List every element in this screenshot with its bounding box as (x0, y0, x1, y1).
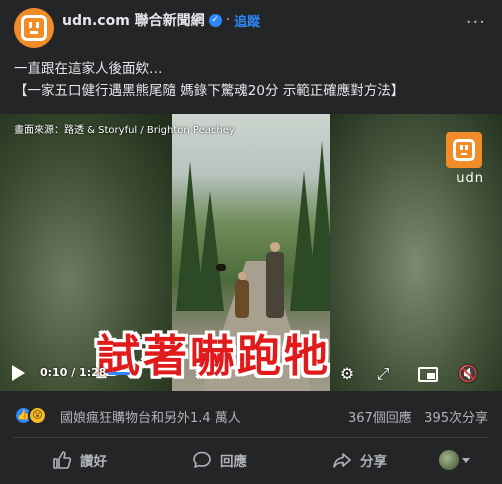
progress-bar[interactable] (108, 372, 130, 375)
post-text-line-1: 一直跟在這家人後面欸… (14, 61, 163, 77)
reaction-icons[interactable]: 👍 😮 (14, 406, 54, 426)
tree (308, 141, 330, 311)
video-source-caption: 畫面來源：路透 & Storyful / Brighton Peachey (14, 125, 235, 136)
follow-button[interactable]: 追蹤 (234, 11, 260, 30)
volume-icon[interactable]: 🔇 (458, 365, 478, 383)
reactors-summary[interactable]: 國娘瘋狂購物台和另外1.4 萬人 (60, 407, 241, 426)
play-icon[interactable] (12, 365, 25, 381)
thumbs-up-icon (53, 451, 72, 469)
gear-icon[interactable]: ⚙ (338, 365, 356, 383)
udn-watermark-text: udn (456, 171, 484, 186)
share-label: 分享 (360, 454, 387, 470)
avatar (439, 450, 459, 470)
post-header: udn.com 聯合新聞網 ✓ · 追蹤 ··· (14, 8, 488, 48)
video-time: 0:10 / 1:28 (40, 366, 107, 379)
page-avatar[interactable] (14, 8, 54, 48)
page-name[interactable]: udn.com 聯合新聞網 (62, 10, 205, 30)
wow-reaction-icon: 😮 (28, 406, 47, 425)
expand-icon[interactable]: ⤢ (374, 365, 392, 383)
engagement-counts: 367個回應 395次分享 (348, 407, 488, 426)
shares-count[interactable]: 395次分享 (424, 411, 488, 426)
react-as-selector[interactable] (439, 450, 470, 470)
action-bar: 讚好 回應 分享 (14, 444, 488, 476)
like-button[interactable]: 讚好 (52, 444, 107, 476)
hiker-child-head (238, 272, 246, 280)
comment-button[interactable]: 回應 (192, 444, 247, 476)
more-icon[interactable]: ··· (466, 14, 486, 32)
udn-watermark-icon (446, 132, 482, 168)
tree (196, 191, 224, 311)
verified-icon: ✓ (208, 13, 222, 27)
hiker-head (270, 242, 280, 252)
video-controls: 0:10 / 1:28 ⚙ ⤢ 🔇 (0, 357, 502, 391)
post-text-line-2: 【一家五口健行遇黑熊尾隨 媽錄下驚魂20分 示範正確應對方法】 (14, 83, 405, 99)
comment-label: 回應 (220, 454, 247, 470)
video-player[interactable]: 畫面來源：路透 & Storyful / Brighton Peachey ud… (0, 114, 502, 391)
pip-icon[interactable] (418, 367, 438, 382)
post-text: 一直跟在這家人後面欸… 【一家五口健行遇黑熊尾隨 媽錄下驚魂20分 示範正確應對… (14, 58, 492, 102)
divider (14, 437, 488, 438)
hiker-adult (266, 252, 284, 318)
share-button[interactable]: 分享 (332, 444, 387, 476)
chevron-down-icon (462, 457, 470, 463)
feed-post: udn.com 聯合新聞網 ✓ · 追蹤 ··· 一直跟在這家人後面欸… 【一家… (0, 0, 502, 484)
udn-logo-icon (21, 15, 47, 41)
reactions-bar: 👍 😮 國娘瘋狂購物台和另外1.4 萬人 367個回應 395次分享 (14, 405, 488, 427)
comments-count[interactable]: 367個回應 (348, 411, 412, 426)
like-label: 讚好 (80, 454, 107, 470)
share-icon (333, 453, 351, 468)
hiker-child (235, 280, 249, 318)
comment-icon (193, 451, 211, 468)
page-name-row: udn.com 聯合新聞網 ✓ · 追蹤 (62, 10, 260, 30)
bear (216, 264, 226, 271)
separator-dot: · (225, 12, 231, 28)
